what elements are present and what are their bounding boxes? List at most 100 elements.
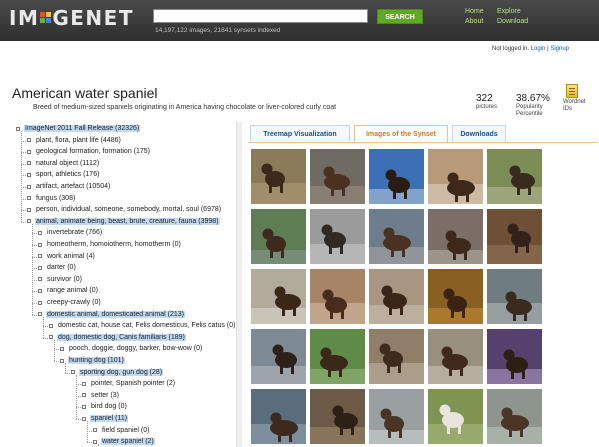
expand-toggle-icon[interactable] (38, 242, 42, 247)
expand-toggle-icon[interactable] (38, 288, 42, 293)
expand-toggle-icon[interactable] (49, 335, 53, 340)
tree-node[interactable]: hunting dog (101) (68, 355, 125, 366)
synset-image-thumbnail[interactable] (310, 209, 365, 264)
tree-node[interactable]: bird dog (0) (90, 401, 128, 412)
login-link[interactable]: Login (531, 46, 546, 52)
synset-image-thumbnail[interactable] (369, 269, 424, 324)
expand-toggle-icon[interactable] (82, 416, 86, 421)
synset-image-thumbnail[interactable] (310, 329, 365, 384)
tree-node[interactable]: dog, domestic dog, Canis familiaris (189… (57, 332, 186, 343)
synset-image-thumbnail[interactable] (487, 209, 542, 264)
synset-image-thumbnail[interactable] (428, 209, 483, 264)
tree-node[interactable]: natural object (1112) (35, 158, 100, 169)
synset-image-thumbnail[interactable] (428, 329, 483, 384)
expand-toggle-icon[interactable] (60, 358, 64, 363)
tree-node[interactable]: creepy-crawly (0) (46, 297, 102, 308)
expand-toggle-icon[interactable] (27, 161, 31, 166)
expand-toggle-icon[interactable] (93, 439, 97, 444)
expand-toggle-icon[interactable] (27, 172, 31, 177)
tree-node[interactable]: domestic cat, house cat, Felis domesticu… (57, 320, 236, 331)
explore-link[interactable]: Explore (497, 7, 528, 17)
expand-toggle-icon[interactable] (27, 149, 31, 154)
tree-node[interactable]: spaniel (11) (90, 413, 129, 424)
synset-image-thumbnail[interactable] (251, 269, 306, 324)
tree-node[interactable]: sporting dog, gun dog (28) (79, 367, 164, 378)
wordnet-ids[interactable]: Wordnet IDs (563, 84, 586, 113)
home-link[interactable]: Home (465, 7, 484, 17)
expand-toggle-icon[interactable] (27, 207, 31, 212)
tree-node-label: creepy-crawly (0) (47, 299, 101, 306)
tree-node[interactable]: invertebrate (766) (46, 227, 103, 238)
synset-image-thumbnail[interactable] (487, 269, 542, 324)
synset-image-thumbnail[interactable] (487, 389, 542, 444)
expand-toggle-icon[interactable] (49, 323, 53, 328)
search-input[interactable] (153, 9, 368, 23)
tree-node[interactable]: pointer, Spanish pointer (2) (90, 378, 176, 389)
expand-toggle-icon[interactable] (38, 277, 42, 282)
expand-toggle-icon[interactable] (38, 312, 42, 317)
expand-toggle-icon[interactable] (27, 219, 31, 224)
synset-image-thumbnail[interactable] (251, 329, 306, 384)
about-link[interactable]: About (465, 17, 484, 27)
search-button[interactable]: SEARCH (377, 9, 423, 24)
expand-toggle-icon[interactable] (27, 184, 31, 189)
tab-downloads[interactable]: Downloads (452, 125, 506, 143)
expand-toggle-icon[interactable] (82, 404, 86, 409)
tree-guide (54, 339, 55, 361)
tree-node[interactable]: plant, flora, plant life (4486) (35, 135, 122, 146)
tree-scrollbar[interactable] (236, 122, 242, 447)
tree-node[interactable]: range animal (0) (46, 285, 99, 296)
tree-node[interactable]: work animal (4) (46, 251, 96, 262)
tree-node[interactable]: domestic animal, domesticated animal (21… (46, 309, 185, 320)
expand-toggle-icon[interactable] (27, 138, 31, 143)
synset-image-thumbnail[interactable] (369, 389, 424, 444)
synset-image-thumbnail[interactable] (310, 389, 365, 444)
tab-images[interactable]: Images of the Synset (354, 125, 448, 143)
tree-node[interactable]: homeotherm, homoiotherm, homotherm (0) (46, 239, 182, 250)
imagenet-logo[interactable]: IM GENET (9, 6, 134, 30)
tab-treemap[interactable]: Treemap Visualization (250, 125, 350, 143)
dog-photo (369, 329, 424, 384)
expand-toggle-icon[interactable] (16, 126, 20, 131)
tree-node[interactable]: field spaniel (0) (101, 425, 150, 436)
tree-node[interactable]: pooch, doggie, doggy, barker, bow-wow (0… (68, 343, 203, 354)
synset-image-thumbnail[interactable] (428, 149, 483, 204)
tree-node[interactable]: fungus (308) (35, 193, 76, 204)
synset-image-thumbnail[interactable] (310, 269, 365, 324)
synset-image-thumbnail[interactable] (310, 149, 365, 204)
tree-node[interactable]: ImageNet 2011 Fall Release (32326) (24, 123, 141, 134)
synset-image-thumbnail[interactable] (251, 389, 306, 444)
synset-image-thumbnail[interactable] (487, 329, 542, 384)
expand-toggle-icon[interactable] (71, 370, 75, 375)
expand-toggle-icon[interactable] (93, 428, 97, 433)
tree-node-label: range animal (0) (47, 287, 98, 295)
tree-node[interactable]: artifact, artefact (10504) (35, 181, 111, 192)
synset-image-thumbnail[interactable] (428, 269, 483, 324)
expand-toggle-icon[interactable] (38, 300, 42, 305)
tree-node-label: field spaniel (0) (102, 426, 150, 434)
expand-toggle-icon[interactable] (38, 230, 42, 235)
tree-node[interactable]: water spaniel (2) (101, 436, 155, 447)
expand-toggle-icon[interactable] (82, 381, 86, 386)
tree-node[interactable]: survivor (0) (46, 274, 83, 285)
expand-toggle-icon[interactable] (27, 196, 31, 201)
synset-image-thumbnail[interactable] (251, 149, 306, 204)
expand-toggle-icon[interactable] (60, 346, 64, 351)
synset-image-thumbnail[interactable] (369, 149, 424, 204)
synset-image-thumbnail[interactable] (428, 389, 483, 444)
expand-toggle-icon[interactable] (38, 265, 42, 270)
tree-node[interactable]: darter (0) (46, 262, 77, 273)
synset-image-thumbnail[interactable] (487, 149, 542, 204)
tree-node[interactable]: sport, athletics (176) (35, 169, 100, 180)
synset-image-thumbnail[interactable] (369, 209, 424, 264)
download-link[interactable]: Download (497, 17, 528, 27)
tree-node[interactable]: setter (3) (90, 390, 120, 401)
tree-node[interactable]: animal, animate being, beast, brute, cre… (35, 216, 220, 227)
synset-image-thumbnail[interactable] (369, 329, 424, 384)
tree-node[interactable]: person, individual, someone, somebody, m… (35, 204, 222, 215)
tree-node[interactable]: geological formation, formation (175) (35, 146, 151, 157)
expand-toggle-icon[interactable] (38, 254, 42, 259)
synset-image-thumbnail[interactable] (251, 209, 306, 264)
expand-toggle-icon[interactable] (82, 393, 86, 398)
signup-link[interactable]: Signup (550, 46, 569, 52)
